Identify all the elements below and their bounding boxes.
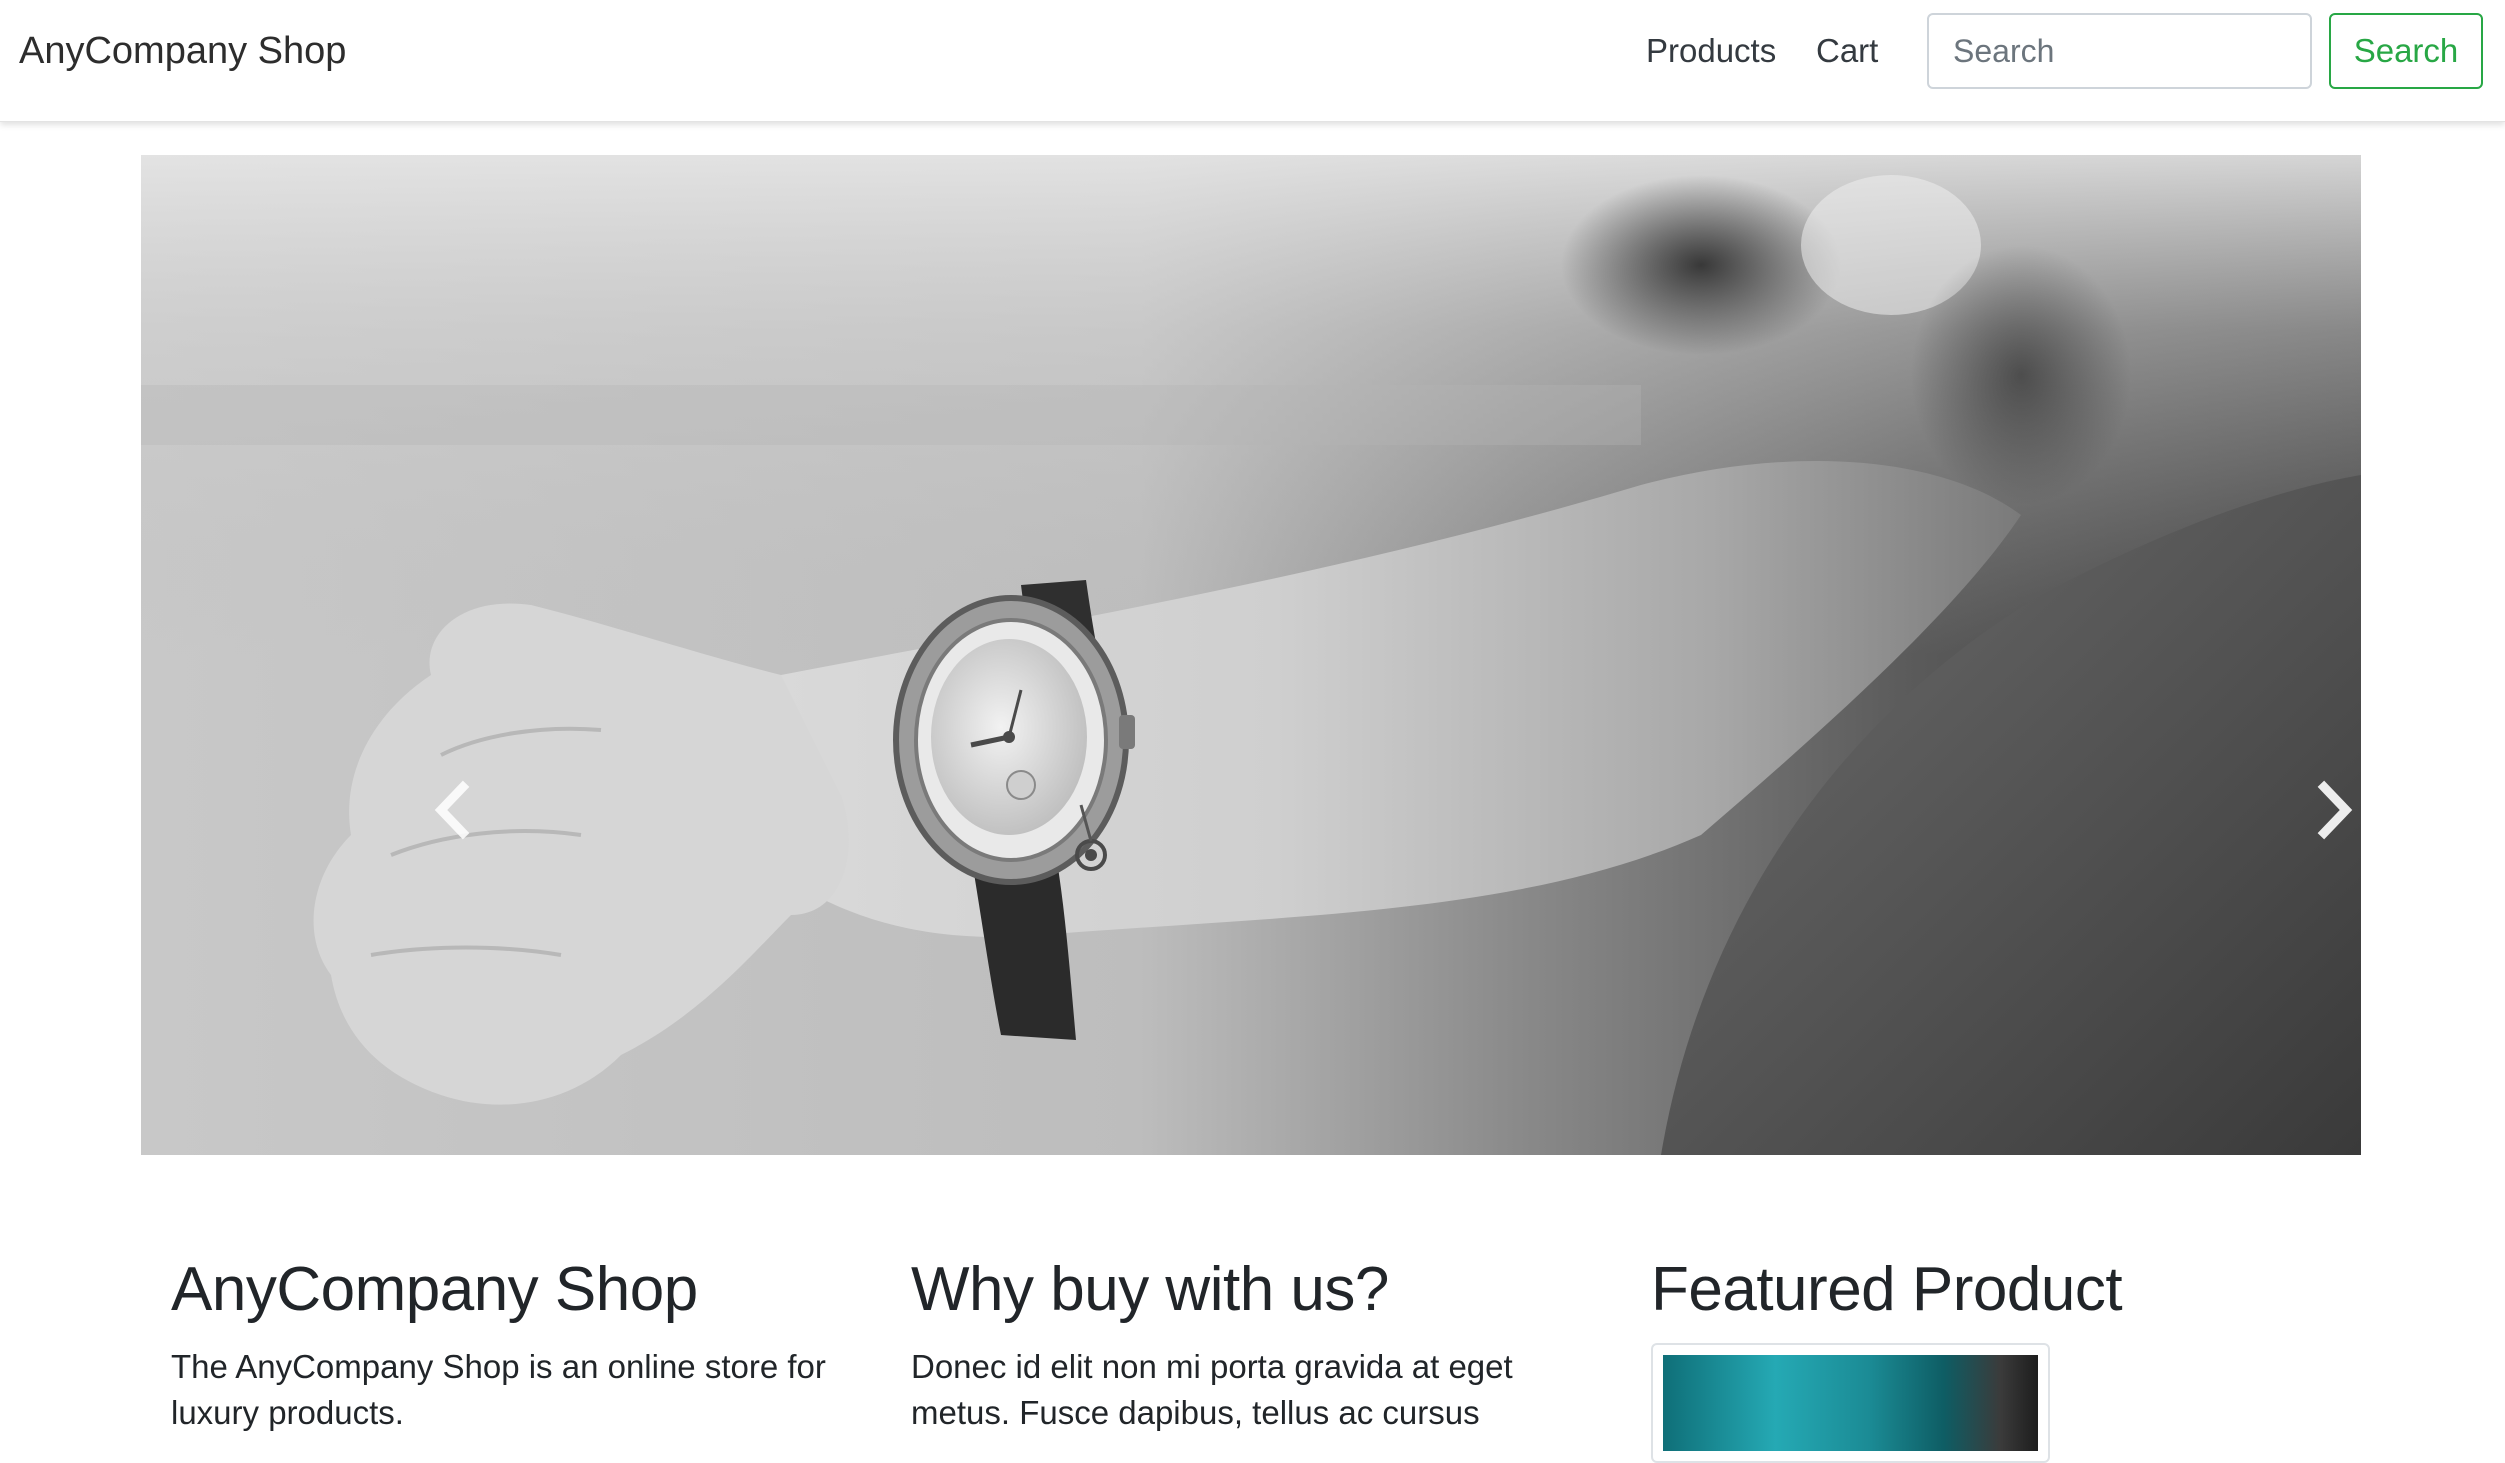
why-buy-text: Donec id elit non mi porta gravida at eg… (911, 1348, 1513, 1431)
carousel-prev-button[interactable] (423, 775, 483, 845)
nav-link-cart[interactable]: Cart (1816, 30, 1878, 72)
chevron-left-icon (434, 780, 470, 840)
why-buy-column: Why buy with us? Donec id elit non mi po… (911, 1250, 1601, 1436)
featured-product-column: Featured Product (1651, 1250, 2341, 1330)
chevron-right-icon (2317, 780, 2353, 840)
featured-product-image[interactable] (1651, 1343, 2050, 1463)
why-buy-heading: Why buy with us? (911, 1255, 1389, 1324)
top-navbar: AnyCompany Shop Products Cart Search (0, 0, 2505, 122)
about-heading: AnyCompany Shop (171, 1255, 698, 1324)
nav-link-products[interactable]: Products (1646, 30, 1776, 72)
featured-product-photo (1663, 1355, 2038, 1451)
about-column: AnyCompany Shop The AnyCompany Shop is a… (171, 1250, 861, 1436)
search-button[interactable]: Search (2329, 13, 2483, 89)
search-input[interactable] (1927, 13, 2312, 89)
about-text: The AnyCompany Shop is an online store f… (171, 1348, 826, 1431)
carousel-next-button[interactable] (2304, 775, 2361, 845)
hero-carousel (141, 155, 2361, 1155)
featured-product-heading: Featured Product (1651, 1255, 2123, 1324)
carousel-slide-image (141, 155, 2361, 1155)
brand-link[interactable]: AnyCompany Shop (19, 28, 346, 74)
